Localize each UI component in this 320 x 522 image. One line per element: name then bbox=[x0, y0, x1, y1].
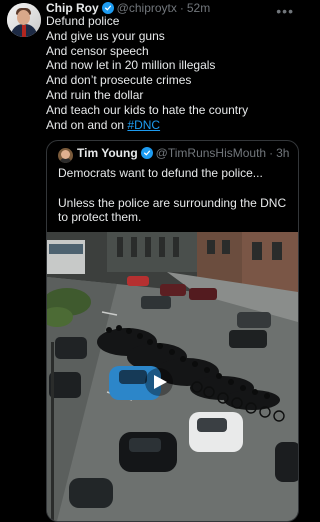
author-handle[interactable]: @chiproytx bbox=[117, 1, 177, 15]
quoted-tweet-line: Democrats want to defund the police... bbox=[58, 166, 263, 180]
quoted-tweet-line: to protect them. bbox=[58, 210, 142, 225]
quoted-tweet-line: Unless the police are surrounding the DN… bbox=[58, 195, 287, 210]
tweet-line: And give us your guns bbox=[46, 28, 165, 43]
photo-illustration bbox=[47, 232, 298, 521]
tweet-line-prefix: And on and on bbox=[46, 117, 128, 132]
verified-badge-icon bbox=[101, 2, 114, 14]
quoted-post-time[interactable]: 3h bbox=[276, 146, 289, 160]
quoted-author-avatar[interactable] bbox=[58, 148, 73, 163]
quoted-tweet-line bbox=[58, 181, 290, 196]
author-avatar[interactable] bbox=[7, 3, 41, 37]
quoted-author-name[interactable]: Tim Young bbox=[77, 146, 138, 160]
tweet: Chip Roy @chiproytx · 52m ••• Defund pol… bbox=[0, 0, 304, 522]
tweet-line: And censor speech bbox=[46, 43, 149, 58]
header-separator: · bbox=[179, 1, 184, 15]
tweet-line: And teach our kids to hate the country bbox=[46, 102, 249, 117]
quoted-tweet-card[interactable]: Tim Young @TimRunsHisMouth · 3h Democrat… bbox=[46, 140, 299, 522]
post-time[interactable]: 52m bbox=[187, 1, 210, 15]
tweet-line: Defund police bbox=[46, 14, 120, 28]
quoted-tweet-text: Democrats want to defund the police... U… bbox=[58, 166, 290, 225]
verified-badge-icon bbox=[140, 147, 153, 159]
author-name[interactable]: Chip Roy bbox=[46, 1, 99, 15]
hashtag-link[interactable]: #DNC bbox=[127, 118, 160, 132]
tweet-text: Defund police And give us your guns And … bbox=[46, 14, 296, 132]
tweet-line: And on and on #DNC bbox=[46, 118, 296, 133]
tweet-line: And ruin the dollar bbox=[46, 87, 144, 102]
street-police-photo[interactable] bbox=[47, 232, 298, 521]
header-separator: · bbox=[269, 146, 274, 160]
quoted-tweet-header: Tim Young @TimRunsHisMouth · 3h bbox=[77, 146, 289, 160]
quoted-author-handle[interactable]: @TimRunsHisMouth bbox=[156, 146, 266, 160]
tweet-line: And now let in 20 million illegals bbox=[46, 58, 216, 73]
tweet-line: And don’t prosecute crimes bbox=[46, 73, 192, 88]
